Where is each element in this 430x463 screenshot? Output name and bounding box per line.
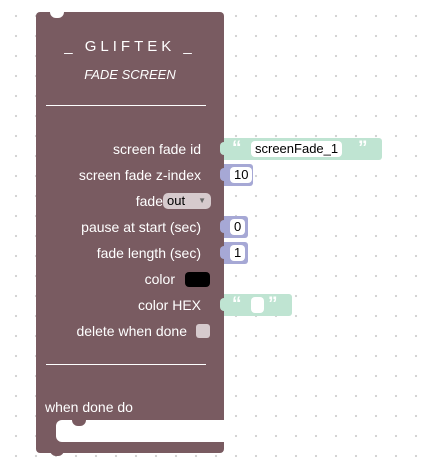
fade-length-number-block[interactable]: 1 bbox=[220, 242, 248, 264]
input-tab bbox=[220, 298, 225, 311]
input-tab bbox=[220, 142, 225, 155]
divider-top bbox=[46, 105, 206, 106]
block-bottom-notch bbox=[50, 449, 64, 456]
color-hex-input[interactable] bbox=[251, 297, 264, 313]
open-quote-icon: “ bbox=[232, 138, 242, 159]
divider-bottom bbox=[46, 364, 206, 365]
z-index-number-block[interactable]: 10 bbox=[220, 164, 253, 186]
close-quote-icon: ” bbox=[358, 138, 368, 159]
z-index-input[interactable]: 10 bbox=[230, 167, 253, 183]
block-subtitle: FADE SCREEN bbox=[84, 67, 176, 82]
pause-input[interactable]: 0 bbox=[230, 219, 246, 235]
input-tab bbox=[220, 246, 225, 259]
screen-fade-z-index-label: screen fade z-index bbox=[78, 167, 201, 183]
fade-screen-block[interactable]: _ GLIFTEK _ FADE SCREEN screen fade id s… bbox=[36, 10, 228, 456]
pause-number-block[interactable]: 0 bbox=[220, 216, 248, 238]
block-title: _ GLIFTEK _ bbox=[64, 38, 196, 55]
open-quote-icon: “ bbox=[232, 294, 242, 315]
screen-fade-id-label: screen fade id bbox=[113, 141, 201, 157]
input-tab bbox=[220, 220, 225, 233]
fade-direction-value: out bbox=[167, 193, 186, 208]
color-swatch[interactable] bbox=[185, 272, 210, 287]
color-hex-label: color HEX bbox=[137, 297, 201, 313]
fade-length-input[interactable]: 1 bbox=[230, 245, 246, 261]
screen-fade-id-input[interactable]: screenFade_1 bbox=[251, 141, 343, 157]
delete-when-done-label: delete when done bbox=[76, 323, 187, 339]
fade-label: fade bbox=[135, 193, 163, 209]
fade-direction-dropdown[interactable]: out ▼ bbox=[163, 193, 211, 209]
screen-fade-id-text-block[interactable]: “ screenFade_1 ” bbox=[220, 138, 382, 160]
color-hex-text-block[interactable]: “ ” bbox=[220, 294, 292, 316]
pause-at-start-label: pause at start (sec) bbox=[81, 219, 201, 235]
close-quote-icon: ” bbox=[268, 294, 278, 315]
when-done-do-label: when done do bbox=[45, 399, 133, 415]
delete-when-done-checkbox[interactable] bbox=[196, 324, 210, 338]
color-label: color bbox=[144, 271, 175, 287]
statement-slot-notch bbox=[72, 420, 86, 426]
chevron-down-icon: ▼ bbox=[198, 196, 206, 205]
block-top-notch bbox=[50, 10, 64, 18]
fade-length-label: fade length (sec) bbox=[96, 245, 201, 261]
when-done-statement-slot[interactable] bbox=[56, 420, 228, 442]
input-tab bbox=[220, 168, 225, 181]
